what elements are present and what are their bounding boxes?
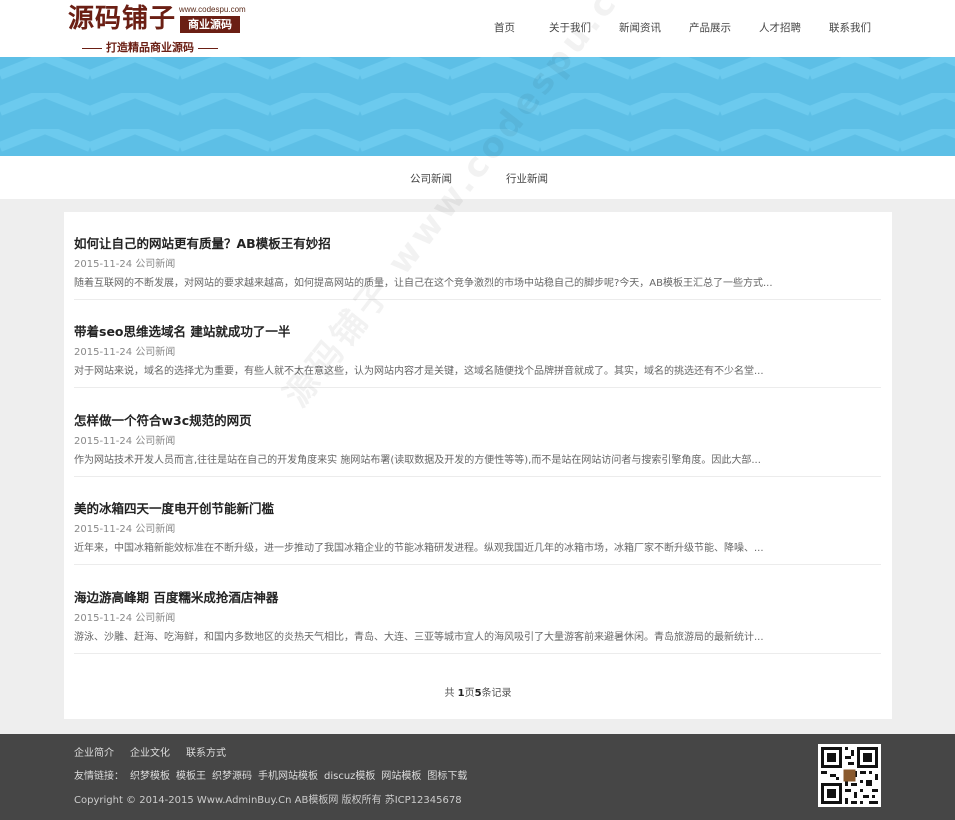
nav-item-news[interactable]: 新闻资讯 [619, 20, 661, 35]
article-category: 公司新闻 [135, 259, 176, 270]
pager-suffix: 条记录 [481, 688, 512, 699]
article-date: 2015-11-24 [74, 347, 133, 358]
article-summary: 作为网站技术开发人员而言,往往是站在自己的开发角度来实 施网站布署(读取数据及开… [74, 455, 761, 466]
friend-link[interactable]: 图标下载 [427, 767, 467, 782]
tab-industry-news[interactable]: 行业新闻 [506, 171, 548, 186]
nav-item-jobs[interactable]: 人才招聘 [759, 20, 801, 35]
friend-link[interactable]: 手机网站模板 [258, 767, 318, 782]
copyright-text: Copyright © 2014-2015 Www.AdminBuy.Cn AB… [74, 795, 462, 806]
news-list-panel: 如何让自己的网站更有质量？AB模板王有妙招 2015-11-24 公司新闻 随着… [64, 212, 892, 719]
nav-item-home[interactable]: 首页 [494, 20, 515, 35]
article-summary: 近年来，中国冰箱新能效标准在不断升级，进一步推动了我国冰箱企业的节能冰箱研发进程… [74, 543, 764, 554]
article-title[interactable]: 如何让自己的网站更有质量？AB模板王有妙招 [74, 233, 331, 252]
article-title[interactable]: 海边游高峰期 百度糯米成抢酒店神器 [74, 587, 278, 606]
friend-links: 友情链接： 织梦模板 模板王 织梦源码 手机网站模板 discuz模板 网站模板… [74, 767, 473, 782]
news-category-nav: 公司新闻 行业新闻 [0, 156, 955, 199]
article-date: 2015-11-24 [74, 259, 133, 270]
article-category: 公司新闻 [135, 524, 176, 535]
article-summary: 随着互联网的不断发展，对网站的要求越来越高，如何提高网站的质量，让自己在这个竞争… [74, 278, 773, 289]
tab-company-news[interactable]: 公司新闻 [410, 171, 452, 186]
footer-link-culture[interactable]: 企业文化 [130, 744, 170, 759]
qr-code-icon [818, 744, 881, 807]
pager-mid: 页 [464, 688, 475, 699]
article-title[interactable]: 怎样做一个符合w3c规范的网页 [74, 410, 252, 429]
pagination-info: 共 1页5条记录 [64, 684, 892, 699]
list-item: 怎样做一个符合w3c规范的网页 2015-11-24 公司新闻 作为网站技术开发… [74, 389, 881, 477]
list-item: 带着seo思维选域名 建站就成功了一半 2015-11-24 公司新闻 对于网站… [74, 300, 881, 388]
article-date: 2015-11-24 [74, 613, 133, 624]
list-item: 美的冰箱四天一度电开创节能新门槛 2015-11-24 公司新闻 近年来，中国冰… [74, 477, 881, 565]
article-title[interactable]: 带着seo思维选域名 建站就成功了一半 [74, 321, 290, 340]
article-meta: 2015-11-24 公司新闻 [74, 432, 175, 447]
pager-pages: 1 [457, 688, 465, 699]
list-item: 如何让自己的网站更有质量？AB模板王有妙招 2015-11-24 公司新闻 随着… [74, 212, 881, 300]
logo-slogan-text: 打造精品商业源码 [106, 41, 194, 54]
main-nav: 首页 关于我们 新闻资讯 产品展示 人才招聘 联系我们 [494, 20, 871, 35]
article-meta: 2015-11-24 公司新闻 [74, 520, 175, 535]
article-category: 公司新闻 [135, 613, 176, 624]
banner-chevron-pattern [0, 57, 955, 156]
article-meta: 2015-11-24 公司新闻 [74, 343, 175, 358]
article-date: 2015-11-24 [74, 524, 133, 535]
logo-main-text: 源码铺子 [68, 4, 177, 34]
list-item: 海边游高峰期 百度糯米成抢酒店神器 2015-11-24 公司新闻 游泳、沙雕、… [74, 566, 881, 654]
article-category: 公司新闻 [135, 347, 176, 358]
article-meta: 2015-11-24 公司新闻 [74, 255, 175, 270]
logo-url: www.codespu.com [179, 5, 246, 14]
article-meta: 2015-11-24 公司新闻 [74, 609, 175, 624]
friend-link[interactable]: 模板王 [176, 767, 206, 782]
qr-code-image [818, 744, 881, 807]
site-logo[interactable]: 源码铺子 www.codespu.com 商业源码 打造精品商业源码 [68, 4, 246, 55]
site-footer: 企业简介 企业文化 联系方式 友情链接： 织梦模板 模板王 织梦源码 手机网站模… [0, 734, 955, 820]
logo-slogan: 打造精品商业源码 [78, 39, 222, 55]
pager-records: 5 [474, 688, 482, 699]
friend-link[interactable]: 织梦模板 [130, 767, 170, 782]
article-summary: 对于网站来说，域名的选择尤为重要，有些人就不太在意这些，认为网站内容才是关键，这… [74, 366, 764, 377]
nav-item-contact[interactable]: 联系我们 [829, 20, 871, 35]
footer-links: 企业简介 企业文化 联系方式 [74, 744, 242, 759]
pager-prefix: 共 [444, 688, 458, 699]
footer-link-intro[interactable]: 企业简介 [74, 744, 114, 759]
site-header: 源码铺子 www.codespu.com 商业源码 打造精品商业源码 首页 关于… [0, 0, 955, 57]
article-title[interactable]: 美的冰箱四天一度电开创节能新门槛 [74, 498, 274, 517]
footer-link-contact[interactable]: 联系方式 [186, 744, 226, 759]
friend-link[interactable]: 织梦源码 [212, 767, 252, 782]
logo-badge: 商业源码 [180, 16, 240, 33]
friend-link[interactable]: discuz模板 [324, 767, 375, 782]
nav-item-products[interactable]: 产品展示 [689, 20, 731, 35]
article-date: 2015-11-24 [74, 436, 133, 447]
nav-item-about[interactable]: 关于我们 [549, 20, 591, 35]
page-banner [0, 57, 955, 156]
friend-links-label: 友情链接： [74, 771, 124, 782]
article-summary: 游泳、沙雕、赶海、吃海鲜，和国内多数地区的炎热天气相比，青岛、大连、三亚等城市宜… [74, 632, 764, 643]
article-category: 公司新闻 [135, 436, 176, 447]
friend-link[interactable]: 网站模板 [381, 767, 421, 782]
